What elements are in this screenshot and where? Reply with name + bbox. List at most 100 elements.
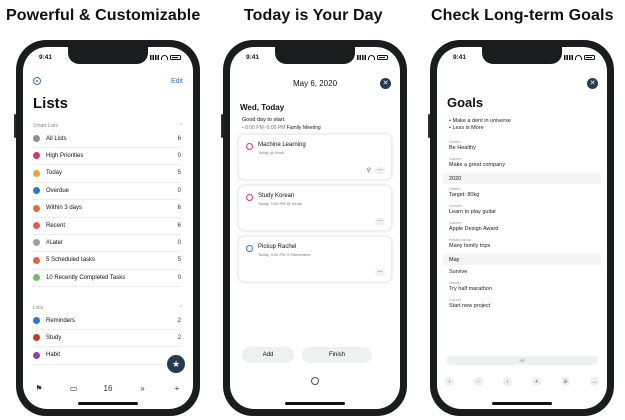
task-checkbox[interactable]: [246, 143, 253, 150]
list-row-count: 0: [177, 152, 181, 159]
add-button[interactable]: Add: [242, 347, 294, 363]
plus-icon[interactable]: +: [532, 377, 541, 386]
goals-screen: 9:41 ✕ Goals • Make a dent in universe •…: [437, 47, 607, 409]
list-row-count: 0: [177, 187, 181, 194]
goal-category: Career: [449, 220, 462, 225]
lists-header[interactable]: Lists ⌃: [33, 305, 183, 311]
list-row[interactable]: Habit: [33, 347, 181, 365]
battery-icon: [377, 54, 388, 60]
goal-category: Growth: [449, 203, 462, 208]
task-subtitle: Today, 9:00 PM ⊙ Reminders: [258, 252, 311, 257]
finish-button[interactable]: Finish: [302, 347, 372, 363]
goal-value: Target: 80kg: [449, 192, 480, 198]
list-row-label: 10 Recently Completed Tasks: [46, 274, 126, 281]
list-row-label: Habit: [46, 352, 61, 359]
task-checkbox[interactable]: [246, 245, 253, 252]
edit-button[interactable]: Edit: [171, 78, 183, 85]
list-row-label: High Priorities: [46, 152, 84, 159]
phone-goals: 9:41 ✕ Goals • Make a dent in universe •…: [428, 40, 614, 416]
clock-icon[interactable]: [311, 377, 319, 385]
caption-goals: Check Long-term Goals: [431, 7, 614, 24]
list-row-label: Reminders: [46, 317, 76, 324]
all-filter-button[interactable]: All: [447, 356, 597, 365]
task-subtitle: Today, 9:00 PM @ Study: [258, 201, 303, 206]
task-title: Pickup Rachel: [258, 244, 297, 250]
goal-item[interactable]: Growth Learn to play guitar: [449, 203, 595, 215]
back-icon[interactable]: ‹: [445, 377, 454, 386]
more-options-button[interactable]: …: [375, 217, 385, 225]
task-subtitle: Today @ Work: [258, 150, 285, 155]
more-options-button[interactable]: …: [375, 268, 385, 276]
flag-icon[interactable]: ⚑: [29, 384, 49, 393]
task-card[interactable]: Study Korean Today, 9:00 PM @ Study…: [238, 185, 392, 231]
list-row[interactable]: Reminders 2: [33, 312, 181, 330]
plus-icon[interactable]: +: [167, 384, 187, 393]
list-color-icon: [33, 152, 40, 160]
list-color-icon: [33, 222, 40, 229]
list-row-label: All Lists: [46, 135, 67, 142]
phone-lists: 9:41 Edit Lists Smart Lists ⌃ All Lists 6 H…: [14, 40, 200, 416]
more-icon[interactable]: …: [590, 377, 599, 386]
goal-item[interactable]: Health Be Healthy: [449, 139, 595, 151]
list-row[interactable]: Recent 6: [33, 217, 181, 235]
lists-screen: 9:41 Edit Lists Smart Lists ⌃ All Lists 6 H…: [23, 47, 193, 409]
wifi-icon: [368, 54, 375, 60]
goal-item[interactable]: Survive: [449, 268, 595, 275]
list-row-label: Within 3 days: [46, 205, 83, 212]
list-color-icon: [33, 334, 40, 342]
close-button[interactable]: ✕: [587, 78, 598, 89]
task-card[interactable]: Machine Learning Today @ Work … ⚲: [238, 134, 392, 180]
task-checkbox[interactable]: [246, 194, 253, 201]
list-row[interactable]: 10 Recently Completed Tasks 0: [33, 269, 181, 288]
list-row[interactable]: 5 Scheduled tasks 5: [33, 252, 181, 270]
goal-item[interactable]: Career Apple Design Award: [449, 220, 595, 232]
task-title: Machine Learning: [258, 142, 306, 148]
list-row[interactable]: Today 5: [33, 165, 181, 183]
goal-item[interactable]: Relationship Many family trips: [449, 237, 595, 249]
list-row-count: 2: [177, 317, 181, 324]
list-row[interactable]: All Lists 6: [33, 130, 181, 148]
goals-toolbar: ‹ - › + ⊙ …: [445, 377, 599, 387]
list-row[interactable]: Study 2: [33, 329, 181, 348]
list-color-icon: [33, 187, 40, 195]
calendar-icon[interactable]: ▭: [64, 384, 84, 393]
page-title: Lists: [33, 95, 69, 112]
list-row[interactable]: #Later 0: [33, 234, 181, 253]
goal-value: Make a great company: [449, 162, 505, 168]
chevrons-right-icon[interactable]: »: [133, 384, 153, 393]
caption-today: Today is Your Day: [244, 7, 383, 24]
star-fab-button[interactable]: ★: [167, 355, 185, 373]
day-heading: Wed, Today: [240, 103, 285, 112]
target-icon[interactable]: ⊙: [561, 377, 570, 386]
list-row-count: 0: [177, 239, 181, 246]
list-row-label: Overdue: [46, 187, 70, 194]
goal-category: Health: [449, 186, 461, 191]
list-row[interactable]: High Priorities 0: [33, 147, 181, 166]
goal-item[interactable]: Health Target: 80kg: [449, 186, 595, 198]
settings-gear-icon[interactable]: [33, 77, 41, 85]
goal-item[interactable]: Career Start new project: [449, 297, 595, 309]
list-row[interactable]: Within 3 days 6: [33, 200, 181, 218]
list-color-icon: [33, 169, 40, 177]
chevron-up-icon: ⌃: [178, 305, 183, 311]
minus-icon[interactable]: -: [474, 377, 483, 386]
goal-category: Relationship: [449, 237, 472, 242]
date-icon[interactable]: 16: [98, 384, 118, 393]
list-row[interactable]: Overdue 0: [33, 182, 181, 201]
goal-category: Career: [449, 297, 462, 302]
battery-icon: [584, 54, 595, 60]
task-card[interactable]: Pickup Rachel Today, 9:00 PM ⊙ Reminders …: [238, 236, 392, 282]
list-row-label: Recent: [46, 222, 66, 229]
notch: [68, 47, 148, 64]
attachment-icon[interactable]: ⚲: [367, 167, 371, 174]
greeting-text: Good day to start.: [242, 117, 286, 123]
battery-icon: [170, 54, 181, 60]
more-options-button[interactable]: …: [375, 166, 385, 174]
smart-lists-header[interactable]: Smart Lists ⌃: [33, 123, 183, 129]
goal-item[interactable]: Health Try half marathon: [449, 280, 595, 292]
calendar-event[interactable]: • 8:00 PM~9:00 PM Family Meeting: [242, 125, 321, 131]
signal-icon: [357, 54, 366, 60]
goal-item[interactable]: Career Make a great company: [449, 156, 595, 168]
forward-icon[interactable]: ›: [503, 377, 512, 386]
close-button[interactable]: ✕: [380, 78, 391, 89]
